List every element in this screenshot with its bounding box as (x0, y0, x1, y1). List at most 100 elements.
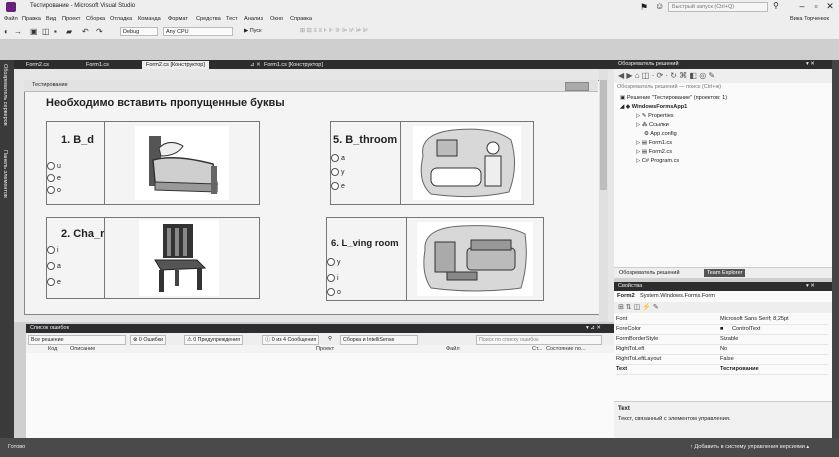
menu-build[interactable]: Сборка (86, 16, 105, 22)
tree-app-config[interactable]: ⚙ App.config (644, 131, 677, 137)
notifications-flag-icon[interactable]: ⚑ (640, 2, 648, 13)
solution-explorer-tool-icons[interactable]: ◀ ▶ ⌂ ◫ · ⟳ · ↻ ⌘ ◧ ◎ ✎ (618, 71, 715, 80)
menu-file[interactable]: Файл (4, 16, 18, 22)
column-project[interactable]: Проект (316, 346, 334, 352)
question-5-option-3[interactable]: e (331, 182, 345, 190)
property-row[interactable]: Font Microsoft Sans Serif; 8,25pt (616, 315, 828, 325)
question-6-option-2[interactable]: i (327, 274, 339, 282)
right-tool-strip (832, 60, 839, 438)
question-1-title: 1. B_d (61, 134, 95, 146)
user-name[interactable]: Вика Торченюк (790, 16, 829, 22)
back-icon[interactable]: ◐ (4, 27, 9, 36)
toolbar: ◐ → ▣ ◫ ▪ ▰ ↶ ↷ Debug Any CPU ▶ Пуск ⊞ ⊟… (0, 25, 839, 40)
undo-icon[interactable]: ↶ (82, 27, 89, 36)
tree-form2[interactable]: ▷ ▤ Form2.cs (636, 149, 672, 155)
column-line[interactable]: Ст... (532, 346, 542, 352)
quick-launch-input[interactable]: Быстрый запуск (Ctrl+Q) (668, 2, 768, 12)
configuration-select[interactable]: Debug (120, 27, 158, 36)
question-5-option-2[interactable]: y (331, 168, 345, 176)
error-list-body (26, 353, 614, 438)
question-2-option-3[interactable]: e (47, 278, 61, 286)
close-icon[interactable]: ✕ (824, 1, 836, 12)
error-list-header: Список ошибок ▾ ⊿ ✕ (26, 324, 614, 333)
column-file[interactable]: Файл (446, 346, 460, 352)
minimize-icon[interactable]: – (796, 1, 808, 11)
designer-scroll-thumb[interactable] (600, 80, 607, 190)
properties-object-select[interactable]: Form2 System.Windows.Forms.Form (614, 291, 832, 302)
properties-tool-icons[interactable]: ⊞ ⇅ ◫ ⚡ ✎ (618, 303, 659, 311)
property-row[interactable]: RightToLeftLayout False (616, 355, 828, 365)
question-5-option-1[interactable]: a (331, 154, 345, 162)
tab-form2-cs[interactable]: Form2.cs (22, 61, 53, 69)
menu-edit[interactable]: Правка (22, 16, 41, 22)
tree-references[interactable]: ▷ ⁂ Ссылки (636, 122, 669, 128)
menu-window[interactable]: Окно (270, 16, 283, 22)
tree-project[interactable]: ◢ ◈ WindowsFormsApp1 (620, 104, 687, 110)
tree-solution[interactable]: ▣ Решение "Тестирование" (проектов: 1) (620, 95, 727, 101)
feedback-icon[interactable]: ☺ (655, 1, 664, 11)
panel-pin-close-icons[interactable]: ▾ ✕ (806, 61, 815, 67)
tab-form1-designer[interactable]: Form1.cs [Конструктор] (260, 61, 327, 69)
menu-help[interactable]: Справка (290, 16, 312, 22)
question-2-option-1[interactable]: i (47, 246, 59, 254)
menu-debug[interactable]: Отладка (110, 16, 132, 22)
menu-test[interactable]: Тест (226, 16, 238, 22)
question-6-option-3[interactable]: o (327, 288, 341, 296)
question-6-option-1[interactable]: y (327, 258, 341, 266)
status-text: Готово (8, 444, 26, 450)
warnings-filter-button[interactable]: ⚠ 0 Предупреждения (184, 335, 244, 345)
panel-pin-close-icons[interactable]: ▾ ✕ (806, 283, 815, 289)
panel-pin-close-icons[interactable]: ▾ ⊿ ✕ (586, 325, 601, 331)
property-row[interactable]: FormBorderStyle Sizable (616, 335, 828, 345)
tab-form2-designer[interactable]: Form2.cs [Конструктор] (142, 61, 209, 69)
property-row[interactable]: RightToLeft No (616, 345, 828, 355)
errors-filter-button[interactable]: ⊗ 0 Ошибки (130, 335, 166, 345)
property-row[interactable]: Text Тестирование (616, 365, 828, 375)
search-icon[interactable]: ⚲ (773, 1, 779, 10)
forecolor-swatch: ■ (720, 326, 725, 332)
question-6-title: 6. L_ving room (331, 238, 399, 249)
properties-header: Свойства ▾ ✕ (614, 282, 832, 291)
save-all-icon[interactable]: ▰ (66, 27, 72, 36)
error-search-input[interactable]: Поиск по списку ошибок (476, 335, 602, 345)
tab-solution-explorer[interactable]: Обозреватель решений (616, 269, 683, 277)
question-1-option-3[interactable]: o (47, 186, 61, 194)
menu-tools[interactable]: Средства (196, 16, 221, 22)
column-suppression[interactable]: Состояние по... (546, 346, 586, 352)
tab-team-explorer[interactable]: Team Explorer (704, 269, 746, 277)
property-row[interactable]: ForeColor ■ ControlText (616, 325, 828, 335)
new-project-icon[interactable]: ▣ (30, 27, 38, 36)
maximize-icon[interactable]: ▫ (810, 1, 822, 11)
tab-form1-cs[interactable]: Form1.cs (82, 61, 113, 69)
forward-icon[interactable]: → (14, 27, 22, 36)
question-1-option-1[interactable]: u (47, 162, 61, 170)
column-code[interactable]: Код (48, 346, 57, 352)
column-description[interactable]: Описание (70, 346, 95, 352)
open-icon[interactable]: ◫ (42, 27, 50, 36)
menu-analyze[interactable]: Анализ (244, 16, 263, 22)
messages-filter-button[interactable]: ⓘ 0 из 4 Сообщения (262, 335, 320, 345)
form-close-icon[interactable] (565, 82, 589, 91)
tree-form1[interactable]: ▷ ▤ Form1.cs (636, 140, 672, 146)
add-to-source-control[interactable]: ↑ Добавить в систему управления версиями… (690, 444, 809, 450)
visual-studio-logo-icon (6, 2, 16, 12)
start-button[interactable]: ▶ Пуск (242, 27, 282, 36)
toolbox-tab[interactable]: Панель элементов (2, 150, 8, 198)
save-icon[interactable]: ▪ (54, 27, 57, 36)
build-filter-select[interactable]: Сборка и IntelliSense (340, 335, 418, 345)
error-list-title: Список ошибок (30, 325, 69, 331)
menu-view[interactable]: Вид (46, 16, 56, 22)
server-explorer-tab[interactable]: Обозреватель серверов (2, 64, 8, 126)
tree-properties[interactable]: ▷ ✎ Properties (636, 113, 674, 119)
filter-icon[interactable]: ⚲ (326, 335, 334, 343)
menu-project[interactable]: Проект (62, 16, 80, 22)
question-1-group: 1. B_d u e o (46, 121, 106, 205)
menu-format[interactable]: Формат (168, 16, 188, 22)
redo-icon[interactable]: ↷ (96, 27, 103, 36)
question-1-option-2[interactable]: e (47, 174, 61, 182)
platform-select[interactable]: Any CPU (163, 27, 233, 36)
menu-team[interactable]: Команда (138, 16, 161, 22)
tree-program[interactable]: ▷ C# Program.cs (636, 158, 679, 164)
error-scope-select[interactable]: Все решение (28, 335, 126, 345)
question-2-option-2[interactable]: a (47, 262, 61, 270)
